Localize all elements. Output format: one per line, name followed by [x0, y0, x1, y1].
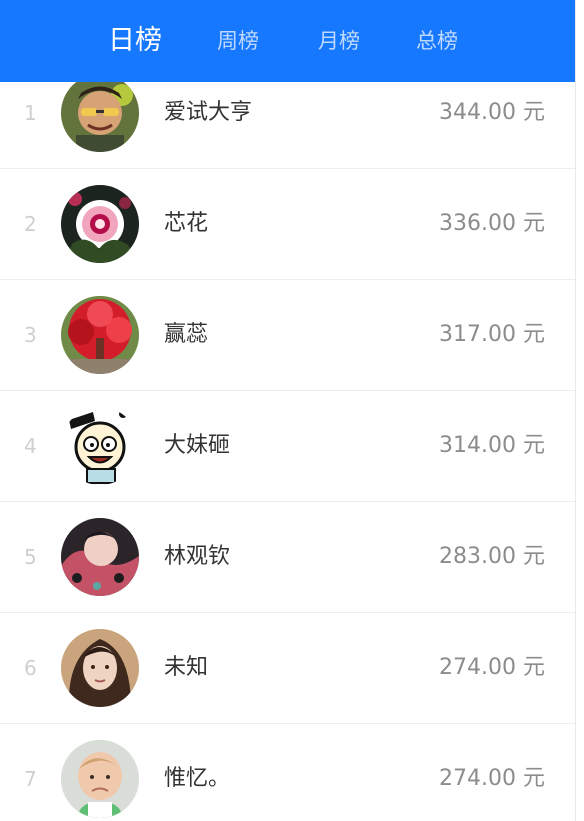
- tab-total[interactable]: 总榜: [416, 0, 458, 82]
- rank-number: 4: [24, 434, 37, 458]
- user-name: 惟忆。: [164, 766, 231, 791]
- user-name: 芯花: [164, 211, 209, 236]
- amount-value: 274.00 元: [439, 766, 545, 791]
- rank-number: 2: [24, 212, 37, 236]
- leaderboard-row[interactable]: 2 芯花 336.00 元: [0, 169, 578, 280]
- rank-number: 6: [24, 656, 37, 680]
- amount-value: 317.00 元: [439, 322, 545, 347]
- leaderboard-row[interactable]: 7 惟忆。 274.00 元: [0, 724, 578, 821]
- rank-number: 5: [24, 545, 37, 569]
- leaderboard-screen: 日榜 周榜 月榜 总榜 1 爱试大亨 344.00 元 2 芯花 336.00 …: [0, 0, 584, 821]
- amount-value: 336.00 元: [439, 211, 545, 236]
- leaderboard-row[interactable]: 5 林观钦 283.00 元: [0, 502, 578, 613]
- amount-value: 274.00 元: [439, 655, 545, 680]
- user-name: 林观钦: [164, 544, 231, 569]
- leaderboard-list: 1 爱试大亨 344.00 元 2 芯花 336.00 元 3 赢蕊 317.0…: [0, 58, 578, 821]
- rank-number: 3: [24, 323, 37, 347]
- amount-value: 314.00 元: [439, 433, 545, 458]
- leaderboard-row[interactable]: 6 未知 274.00 元: [0, 613, 578, 724]
- tab-daily[interactable]: 日榜: [108, 0, 162, 82]
- avatar-cartoon-man-icon: [61, 74, 139, 152]
- user-name: 大妹砸: [164, 433, 231, 458]
- user-name: 赢蕊: [164, 322, 209, 347]
- rank-number: 7: [24, 767, 37, 791]
- avatar-baby-icon: [61, 740, 139, 818]
- avatar-flower-icon: [61, 185, 139, 263]
- avatar-red-tree-icon: [61, 296, 139, 374]
- leaderboard-row[interactable]: 3 赢蕊 317.00 元: [0, 280, 578, 391]
- avatar-child-icon: [61, 518, 139, 596]
- tab-weekly[interactable]: 周榜: [217, 0, 259, 82]
- screen-edge: [575, 0, 584, 821]
- avatar-woman-icon: [61, 629, 139, 707]
- avatar-cartoon-face-icon: [61, 407, 139, 485]
- leaderboard-row[interactable]: 4 大妹砸 314.00 元: [0, 391, 578, 502]
- top-tab-bar: 日榜 周榜 月榜 总榜: [0, 0, 578, 82]
- amount-value: 283.00 元: [439, 544, 545, 569]
- user-name: 未知: [164, 655, 209, 680]
- tab-monthly[interactable]: 月榜: [318, 0, 360, 82]
